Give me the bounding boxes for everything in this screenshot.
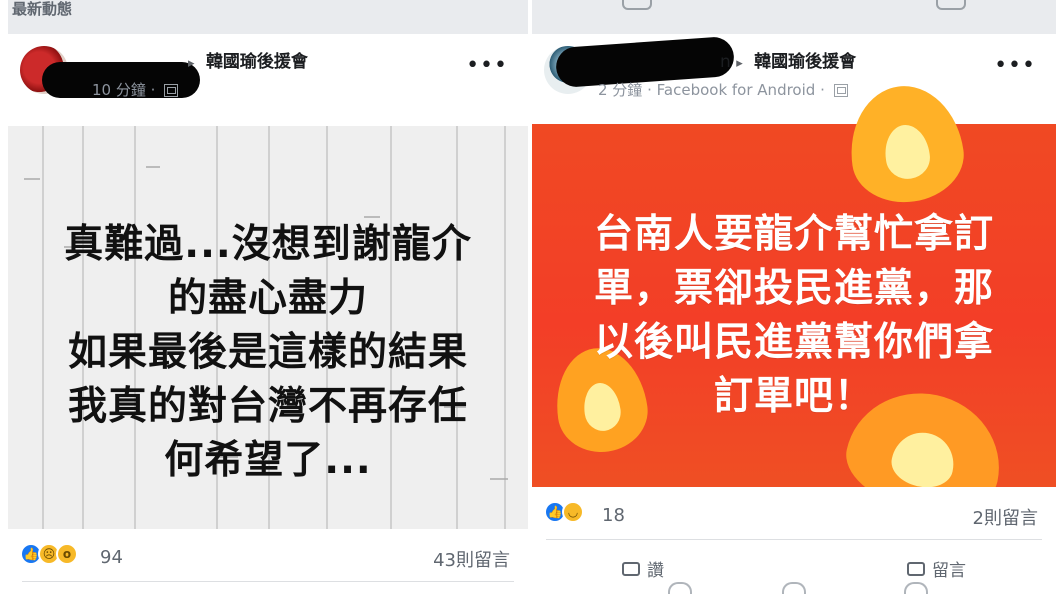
left-poster-line: ▸ 韓國瑜後援會 <box>188 47 308 72</box>
post-time: 10 分鐘 <box>92 81 146 99</box>
group-arrow-icon: ▸ <box>736 56 743 71</box>
tree-line-decoration <box>504 126 506 529</box>
bark-mark <box>146 166 160 168</box>
privacy-icon <box>833 84 848 97</box>
right-poster-line: n ▸ 韓國瑜後援會 <box>720 47 856 72</box>
right-post-text: 台南人要龍介幫忙拿訂 單，票卻投民進黨，那 以後叫民進黨幫你們拿 訂單吧！ <box>556 208 1032 424</box>
wow-icon: o <box>56 543 78 565</box>
thumbs-up-icon <box>622 561 640 576</box>
comment-count[interactable]: 2則留言 <box>973 504 1038 530</box>
top-left-cropped-icon <box>622 0 652 10</box>
right-reaction-row: 👍 ◡ 18 2則留言 <box>532 487 1056 540</box>
comment-icon <box>907 561 925 576</box>
left-post-panel: 最新動態 ▸ 韓國瑜後援會 10 分鐘 · ••• 真難過...沒想到謝龍介 的… <box>8 0 528 596</box>
left-reaction-row: 👍 ☹ o 94 43則留言 <box>8 529 528 582</box>
top-right-cropped-icon <box>936 0 966 10</box>
reaction-divider <box>22 581 514 582</box>
post-text-line: 訂單吧！ <box>713 374 874 419</box>
privacy-icon <box>164 84 179 97</box>
cropped-icon <box>782 582 806 594</box>
cropped-icon <box>904 582 928 594</box>
post-text-line: 何希望了... <box>164 438 372 483</box>
reaction-count[interactable]: 18 <box>602 505 625 526</box>
post-text-line: 我真的對台灣不再存任 <box>67 384 468 429</box>
feed-header-strip: 最新動態 <box>8 0 528 34</box>
left-post-card: 真難過...沒想到謝龍介 的盡心盡力 如果最後是這樣的結果 我真的對台灣不再存任… <box>8 126 528 529</box>
right-post-header: n ▸ 韓國瑜後援會 2 分鐘 · Facebook for Android ·… <box>532 34 1056 126</box>
facebook-post-comparison: 最新動態 ▸ 韓國瑜後援會 10 分鐘 · ••• 真難過...沒想到謝龍介 的… <box>0 0 1060 596</box>
comment-action-button[interactable]: 留言 <box>907 556 966 581</box>
left-post-header: ▸ 韓國瑜後援會 10 分鐘 · ••• <box>8 34 528 126</box>
post-options-icon[interactable]: ••• <box>466 55 508 77</box>
post-options-icon[interactable]: ••• <box>994 55 1036 77</box>
post-text-line: 台南人要龍介幫忙拿訂 <box>593 212 994 257</box>
post-text-line: 如果最後是這樣的結果 <box>67 330 468 375</box>
post-text-line: 單，票卻投民進黨，那 <box>593 266 994 311</box>
cropped-top-actions <box>622 0 966 14</box>
post-text-line: 以後叫民進黨幫你們拿 <box>593 320 994 365</box>
visible-poster-fragment: n <box>720 52 731 72</box>
reaction-count[interactable]: 94 <box>100 547 123 568</box>
post-text-line: 的盡心盡力 <box>167 276 368 321</box>
top-cropped-bar <box>532 0 1056 34</box>
comment-count[interactable]: 43則留言 <box>433 546 510 572</box>
post-source: Facebook for Android <box>656 81 816 99</box>
right-post-meta: 2 分鐘 · Facebook for Android · <box>598 79 848 100</box>
right-post-card: 台南人要龍介幫忙拿訂 單，票卻投民進黨，那 以後叫民進黨幫你們拿 訂單吧！ <box>532 78 1056 525</box>
reaction-icons[interactable]: 👍 ☹ o <box>20 543 100 567</box>
right-post-panel: n ▸ 韓國瑜後援會 2 分鐘 · Facebook for Android ·… <box>532 0 1056 596</box>
like-action-label: 讚 <box>647 561 664 581</box>
group-arrow-icon: ▸ <box>188 56 195 71</box>
feed-header: 最新動態 <box>12 0 73 18</box>
left-post-text: 真難過...沒想到謝龍介 的盡心盡力 如果最後是這樣的結果 我真的對台灣不再存任… <box>32 218 504 488</box>
group-name-link[interactable]: 韓國瑜後援會 <box>754 52 856 72</box>
bark-mark <box>24 178 40 180</box>
bottom-cropped-icons <box>532 582 1056 596</box>
cropped-icon <box>668 582 692 594</box>
haha-icon: ◡ <box>562 501 584 523</box>
comment-action-label: 留言 <box>932 561 966 581</box>
like-action-button[interactable]: 讚 <box>622 556 664 581</box>
left-post-meta: 10 分鐘 · <box>92 79 179 100</box>
post-time: 2 分鐘 <box>598 81 643 99</box>
group-name-link[interactable]: 韓國瑜後援會 <box>206 52 308 72</box>
post-text-line: 真難過...沒想到謝龍介 <box>64 222 472 267</box>
